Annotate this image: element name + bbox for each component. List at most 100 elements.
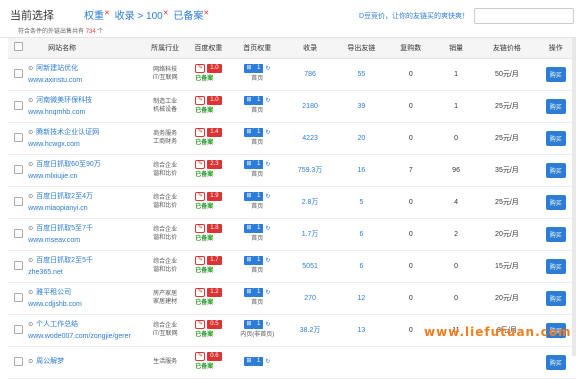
record-status: 已备案	[195, 364, 214, 371]
row-checkbox[interactable]	[13, 100, 23, 110]
col-site-name: 网站名称	[28, 38, 143, 59]
col-sales[interactable]: 销量	[433, 38, 479, 59]
refresh-icon[interactable]: ↻	[265, 258, 270, 264]
site-url[interactable]: www.mlxiujie.cn	[28, 171, 143, 182]
filter-tag[interactable]: 权重✕	[84, 10, 112, 22]
refresh-icon[interactable]: ↻	[265, 226, 270, 232]
index-value[interactable]: 2.8万	[284, 186, 336, 219]
scrollbar[interactable]	[572, 38, 576, 356]
outlinks-value[interactable]	[335, 346, 388, 379]
index-value[interactable]: 786	[284, 58, 336, 91]
site-name[interactable]: ⊙ 腾新技术企业认证网	[28, 127, 143, 139]
site-url[interactable]: www.mseav.com	[28, 235, 143, 246]
rebuy-value: 0	[387, 282, 434, 315]
site-name[interactable]: ⊙ 百度日抓取2至5千	[28, 255, 143, 267]
outlinks-value[interactable]: 13	[335, 314, 388, 347]
site-name[interactable]: ⊙ 个人工作总结	[28, 319, 143, 331]
buy-button[interactable]: 购买	[545, 354, 566, 370]
col-rebuy[interactable]: 复购数	[387, 38, 434, 59]
site-url[interactable]: www.miaopianyi.cn	[28, 203, 143, 214]
refresh-icon[interactable]: ↻	[265, 359, 270, 365]
row-checkbox[interactable]	[13, 292, 23, 302]
site-url[interactable]: www.cdjjshb.com	[28, 299, 143, 310]
remove-filter-icon[interactable]: ✕	[104, 10, 110, 17]
site-url[interactable]: www.wode007.com/zongjie/gerer	[28, 331, 143, 342]
row-checkbox[interactable]	[13, 196, 23, 206]
row-checkbox[interactable]	[13, 260, 23, 270]
table-row: ⊙ 百度日抓取5至7千 www.mseav.com 综合企业 谐和比价 ✎ 1.8 已备案 ⊞…	[8, 218, 576, 251]
buy-button[interactable]: 购买	[545, 290, 566, 306]
record-status: 已备案	[195, 236, 214, 243]
outlinks-value[interactable]: 6	[335, 250, 388, 283]
refresh-icon[interactable]: ↻	[265, 290, 270, 296]
buy-button[interactable]: 购买	[545, 194, 566, 210]
remove-filter-icon[interactable]: ✕	[163, 10, 169, 17]
outlinks-value[interactable]: 16	[335, 154, 388, 187]
site-name[interactable]: ⊙ 百度日抓取5至7千	[28, 223, 143, 235]
col-home-rank[interactable]: 首页权重	[229, 38, 285, 59]
price-value: 20元/月	[478, 218, 536, 251]
select-all-checkbox[interactable]	[13, 42, 23, 52]
buy-button[interactable]: 购买	[545, 162, 566, 178]
row-checkbox[interactable]	[13, 324, 23, 334]
row-checkbox[interactable]	[13, 68, 23, 78]
site-name[interactable]: ⊙ 百度日抓取60至90万	[28, 159, 143, 171]
home-rank-value: 1	[254, 319, 264, 329]
row-checkbox[interactable]	[13, 228, 23, 238]
home-rank-icon: ⊞	[244, 127, 255, 137]
refresh-icon[interactable]: ↻	[265, 194, 270, 200]
site-url[interactable]: www.hcwgx.com	[28, 139, 143, 150]
promo-hint[interactable]: D豆竞价，让你的友链买的爽快爽！	[359, 11, 469, 21]
buy-button[interactable]: 购买	[545, 258, 566, 274]
index-value[interactable]: 2180	[284, 90, 336, 123]
index-value[interactable]: 38.2万	[284, 314, 336, 347]
site-name[interactable]: ⊙ 阿新建站优化	[28, 63, 143, 75]
buy-button[interactable]: 购买	[545, 130, 566, 146]
row-checkbox[interactable]	[13, 132, 23, 142]
index-value[interactable]: 1.7万	[284, 218, 336, 251]
col-price[interactable]: 友链价格	[478, 38, 536, 59]
remove-filter-icon[interactable]: ✕	[203, 10, 209, 17]
outlinks-value[interactable]: 5	[335, 186, 388, 219]
col-outlinks[interactable]: 导出友链	[335, 38, 388, 59]
refresh-icon[interactable]: ↻	[265, 98, 270, 104]
refresh-icon[interactable]: ↻	[265, 162, 270, 168]
site-name[interactable]: ⊙ 百度日抓取2至4万	[28, 191, 143, 203]
outlinks-value[interactable]: 20	[335, 122, 388, 155]
search-input[interactable]	[474, 8, 574, 24]
index-value[interactable]: 270	[284, 282, 336, 315]
index-value[interactable]: 4223	[284, 122, 336, 155]
site-url[interactable]: zhe365.net	[28, 267, 143, 278]
baidu-icon: ✎	[195, 63, 206, 73]
refresh-icon[interactable]: ↻	[265, 322, 270, 328]
outlinks-value[interactable]: 6	[335, 218, 388, 251]
site-name[interactable]: ⊙ 河南微美环保科技	[28, 95, 143, 107]
index-value[interactable]: 5051	[284, 250, 336, 283]
outlinks-value[interactable]: 39	[335, 90, 388, 123]
buy-button[interactable]: 购买	[545, 226, 566, 242]
buy-button[interactable]: 购买	[545, 98, 566, 114]
home-rank-icon: ⊞	[244, 319, 255, 329]
site-name[interactable]: ⊙ 周公解梦	[28, 356, 143, 368]
current-selection-label: 当前选择	[10, 10, 54, 22]
outlinks-value[interactable]: 12	[335, 282, 388, 315]
home-rank-icon: ⊞	[244, 159, 255, 169]
refresh-icon[interactable]: ↻	[265, 66, 270, 72]
filter-tag[interactable]: 收录 > 100✕	[115, 10, 171, 22]
filter-tag[interactable]: 已备案✕	[173, 10, 211, 22]
col-baidu-rank[interactable]: 百度权重	[187, 38, 230, 59]
site-name[interactable]: ⊙ 雅平租公司	[28, 287, 143, 299]
row-checkbox[interactable]	[13, 356, 23, 366]
buy-button[interactable]: 购买	[545, 66, 566, 82]
index-value[interactable]	[284, 346, 336, 379]
outlinks-value[interactable]: 55	[335, 58, 388, 91]
sales-value	[433, 346, 479, 379]
col-index[interactable]: 收录	[284, 38, 336, 59]
refresh-icon[interactable]: ↻	[265, 130, 270, 136]
index-value[interactable]: 759.3万	[284, 154, 336, 187]
baidu-rank-value: 1.9	[207, 191, 222, 201]
site-url[interactable]: www.hnqmhb.com	[28, 107, 143, 118]
baidu-rank-value: 0.6	[207, 351, 222, 361]
site-url[interactable]: www.axinstu.com	[28, 75, 143, 86]
row-checkbox[interactable]	[13, 164, 23, 174]
